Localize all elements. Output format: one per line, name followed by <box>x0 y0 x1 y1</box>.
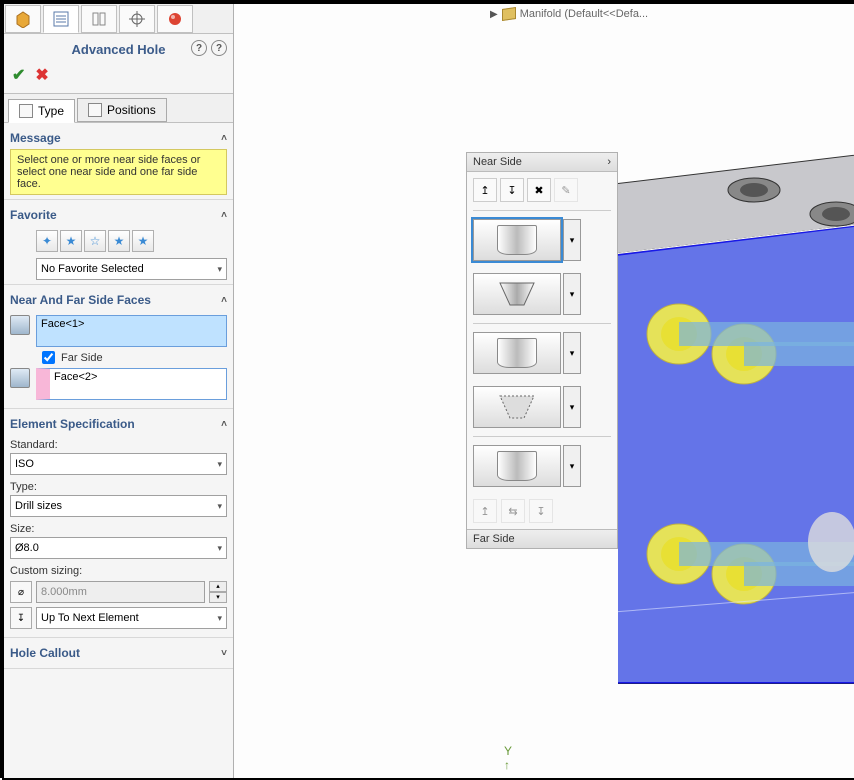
type-label: Type: <box>10 481 227 493</box>
size-select[interactable]: Ø8.0▾ <box>10 537 227 559</box>
favorite-add[interactable]: ★ <box>60 230 82 252</box>
favorite-toolbar: ✦ ★ ☆ ★ ★ <box>10 226 227 256</box>
confirm-bar: ✔ ✖ <box>4 61 233 94</box>
section-faces: Near And Far Side Faces˄ Face<1> Far Sid… <box>4 285 233 409</box>
section-header-message[interactable]: Message˄ <box>10 127 227 149</box>
section-favorite: Favorite˄ ✦ ★ ☆ ★ ★ No Favorite Selected… <box>4 200 233 285</box>
add-below-button[interactable]: ↧ <box>500 178 524 202</box>
depth-select[interactable]: Up To Next Element▾ <box>36 607 227 629</box>
section-header-elementspec[interactable]: Element Specification˄ <box>10 413 227 435</box>
section-message: Message˄ Select one or more near side fa… <box>4 123 233 200</box>
panel-tab-feature[interactable] <box>5 5 41 33</box>
taper-icon <box>494 279 540 309</box>
hole-profile-5[interactable] <box>473 445 561 487</box>
far-face-icon[interactable] <box>10 368 30 388</box>
disabled-button: ✎ <box>554 178 578 202</box>
depth-icon: ↧ <box>10 607 32 629</box>
far-face-field[interactable]: Face<2> <box>36 368 227 400</box>
hole-profile-1-dropdown[interactable]: ▾ <box>563 219 581 261</box>
far-side-checkbox-input[interactable] <box>42 351 55 364</box>
custom-size-spinner[interactable]: ▴▾ <box>209 581 227 603</box>
chevron-down-icon: ▾ <box>217 613 222 624</box>
chevron-up-icon: ˄ <box>221 133 227 144</box>
3d-viewport[interactable] <box>618 4 854 778</box>
section-header-faces[interactable]: Near And Far Side Faces˄ <box>10 289 227 311</box>
near-face-icon[interactable] <box>10 315 30 335</box>
size-label: Size: <box>10 523 227 535</box>
list-icon <box>53 11 69 27</box>
ball-icon <box>167 11 183 27</box>
viewport-area: ▶ Manifold (Default<<Defa... Near Side› … <box>234 4 854 778</box>
tab-positions[interactable]: Positions <box>77 98 167 122</box>
footer-tool-2: ⇆ <box>501 499 525 523</box>
hole-profile-1[interactable] <box>473 219 561 261</box>
hole-profile-4[interactable] <box>473 386 561 428</box>
chevron-right-icon: › <box>607 156 611 168</box>
axis-indicator: Y ↑ <box>504 744 512 772</box>
taper-icon <box>494 392 540 422</box>
hole-profile-3[interactable] <box>473 332 561 374</box>
panel-title: Advanced Hole ? ? <box>4 34 233 61</box>
config-icon <box>91 11 107 27</box>
standard-select[interactable]: ISO▾ <box>10 453 227 475</box>
chevron-up-icon: ˄ <box>221 419 227 430</box>
hole-profile-4-dropdown[interactable]: ▾ <box>563 386 581 428</box>
hole-profile-2[interactable] <box>473 273 561 315</box>
diameter-icon: ⌀ <box>10 581 32 603</box>
chevron-down-icon: ▾ <box>217 264 222 275</box>
customsizing-label: Custom sizing: <box>10 565 227 577</box>
chevron-up-icon: ˄ <box>221 210 227 221</box>
chevron-down-icon: ▾ <box>217 459 222 470</box>
delete-element-button[interactable]: ✖ <box>527 178 551 202</box>
chevron-up-icon: ˄ <box>221 295 227 306</box>
footer-tool-1: ↥ <box>473 499 497 523</box>
help-icon[interactable]: ? <box>191 40 207 56</box>
crosshair-icon <box>129 11 145 27</box>
help-icon[interactable]: ? <box>211 40 227 56</box>
section-header-callout[interactable]: Hole Callout˅ <box>10 642 227 664</box>
add-above-button[interactable]: ↥ <box>473 178 497 202</box>
far-side-header[interactable]: Far Side <box>467 529 617 548</box>
section-element-spec: Element Specification˄ Standard: ISO▾ Ty… <box>4 409 233 638</box>
panel-tab-target[interactable] <box>119 5 155 33</box>
panel-tab-bar <box>4 4 233 34</box>
hole-profile-3-dropdown[interactable]: ▾ <box>563 332 581 374</box>
favorite-load[interactable]: ★ <box>132 230 154 252</box>
favorite-select[interactable]: No Favorite Selected▾ <box>36 258 227 280</box>
part-icon <box>502 7 516 21</box>
section-header-favorite[interactable]: Favorite˄ <box>10 204 227 226</box>
chevron-down-icon: ▾ <box>217 501 222 512</box>
tab-type[interactable]: Type <box>8 99 75 123</box>
chevron-down-icon: ˅ <box>221 648 227 659</box>
near-side-flyout: Near Side› ↥ ↧ ✖ ✎ ▾ ▾ ▾ <box>466 152 618 549</box>
type-icon <box>19 104 33 118</box>
custom-size-field: 8.000mm <box>36 581 205 603</box>
favorite-apply[interactable]: ✦ <box>36 230 58 252</box>
tree-expand-icon: ▶ <box>490 9 498 20</box>
favorite-save[interactable]: ★ <box>108 230 130 252</box>
chevron-down-icon: ▾ <box>217 543 222 554</box>
panel-tab-appearance[interactable] <box>157 5 193 33</box>
hole-profile-5-dropdown[interactable]: ▾ <box>563 445 581 487</box>
message-text: Select one or more near side faces or se… <box>10 149 227 195</box>
panel-tab-config[interactable] <box>81 5 117 33</box>
cancel-button[interactable]: ✖ <box>35 65 48 85</box>
feature-tabbar: Type Positions <box>4 94 233 123</box>
standard-label: Standard: <box>10 439 227 451</box>
positions-icon <box>88 103 102 117</box>
near-side-header[interactable]: Near Side› <box>467 153 617 172</box>
property-panel: Advanced Hole ? ? ✔ ✖ Type Positions Mes… <box>4 4 234 778</box>
far-side-checkbox[interactable]: Far Side <box>42 351 227 364</box>
footer-tool-3: ↧ <box>529 499 553 523</box>
manifold-3d-render <box>618 124 854 684</box>
cube-orange-icon <box>14 10 32 28</box>
ok-button[interactable]: ✔ <box>12 65 25 85</box>
section-hole-callout: Hole Callout˅ <box>4 638 233 669</box>
type-select[interactable]: Drill sizes▾ <box>10 495 227 517</box>
favorite-delete[interactable]: ☆ <box>84 230 106 252</box>
hole-profile-2-dropdown[interactable]: ▾ <box>563 273 581 315</box>
panel-tab-properties[interactable] <box>43 5 79 33</box>
near-face-field[interactable]: Face<1> <box>36 315 227 347</box>
